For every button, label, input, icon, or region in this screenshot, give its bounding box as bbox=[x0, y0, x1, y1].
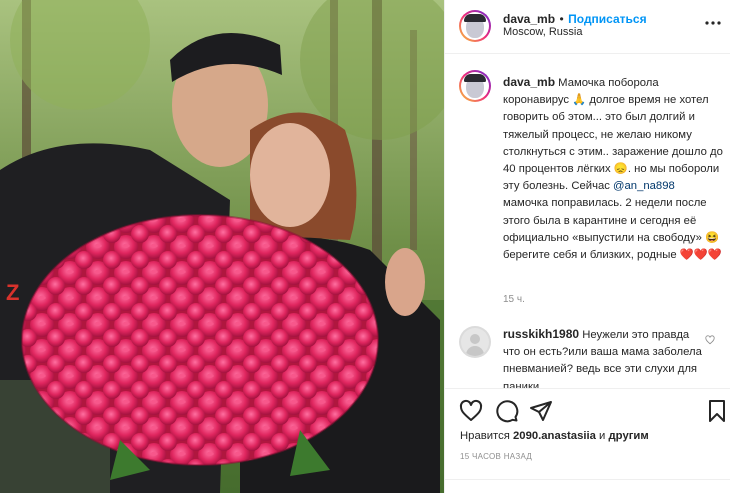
author-avatar[interactable] bbox=[459, 10, 491, 42]
caption-time: 15 ч. bbox=[503, 294, 525, 305]
instagram-post: Z dava_mb • Подписаться Moscow, Russia d… bbox=[0, 0, 730, 493]
bookmark-icon[interactable] bbox=[705, 399, 729, 423]
add-comment-area[interactable] bbox=[445, 479, 730, 493]
separator-dot: • bbox=[559, 12, 564, 26]
caption-author-avatar[interactable] bbox=[459, 70, 491, 102]
post-photo[interactable]: Z bbox=[0, 0, 444, 493]
comment-icon[interactable] bbox=[495, 399, 519, 423]
likes-prefix: Нравится bbox=[460, 430, 513, 442]
more-options-icon[interactable] bbox=[705, 12, 721, 30]
caption-username[interactable]: dava_mb bbox=[503, 75, 555, 89]
likes-suffix: и bbox=[595, 430, 609, 442]
post-location[interactable]: Moscow, Russia bbox=[503, 26, 582, 38]
follow-button[interactable]: Подписаться bbox=[568, 12, 646, 26]
heart-icon[interactable] bbox=[459, 399, 483, 423]
caption-text-1: Мамочка поборола коронавирус 🙏 долгое вр… bbox=[503, 77, 723, 193]
post-timestamp[interactable]: 15 ЧАСОВ НАЗАД bbox=[460, 452, 532, 461]
svg-text:Z: Z bbox=[6, 280, 19, 305]
caption-text-2: мамочка поправилась. 2 недели после этог… bbox=[503, 197, 722, 262]
likes-count[interactable]: Нравится 2090.anastasiia и другим bbox=[460, 430, 649, 442]
post-actions: Нравится 2090.anastasiia и другим 15 ЧАС… bbox=[445, 388, 730, 493]
post-caption: dava_mb Мамочка поборола коронавирус 🙏 д… bbox=[503, 74, 723, 264]
post-header: dava_mb • Подписаться Moscow, Russia bbox=[445, 0, 730, 54]
post-sidebar: dava_mb • Подписаться Moscow, Russia dav… bbox=[444, 0, 730, 493]
commenter-username[interactable]: russkikh1980 bbox=[503, 327, 579, 341]
author-username[interactable]: dava_mb bbox=[503, 12, 555, 26]
likes-others[interactable]: другим bbox=[609, 430, 649, 442]
comments-section[interactable]: dava_mb Мамочка поборола коронавирус 🙏 д… bbox=[445, 54, 730, 388]
caption-mention-link[interactable]: @an_na898 bbox=[613, 180, 675, 192]
post-photo-image: Z bbox=[0, 0, 444, 493]
likes-user[interactable]: 2090.anastasiia bbox=[513, 430, 596, 442]
comment-item: russkikh1980 Неужели это правда что он е… bbox=[503, 326, 703, 388]
commenter-avatar[interactable] bbox=[459, 326, 491, 358]
comment-like-heart-icon[interactable] bbox=[705, 335, 715, 345]
share-icon[interactable] bbox=[529, 399, 553, 423]
